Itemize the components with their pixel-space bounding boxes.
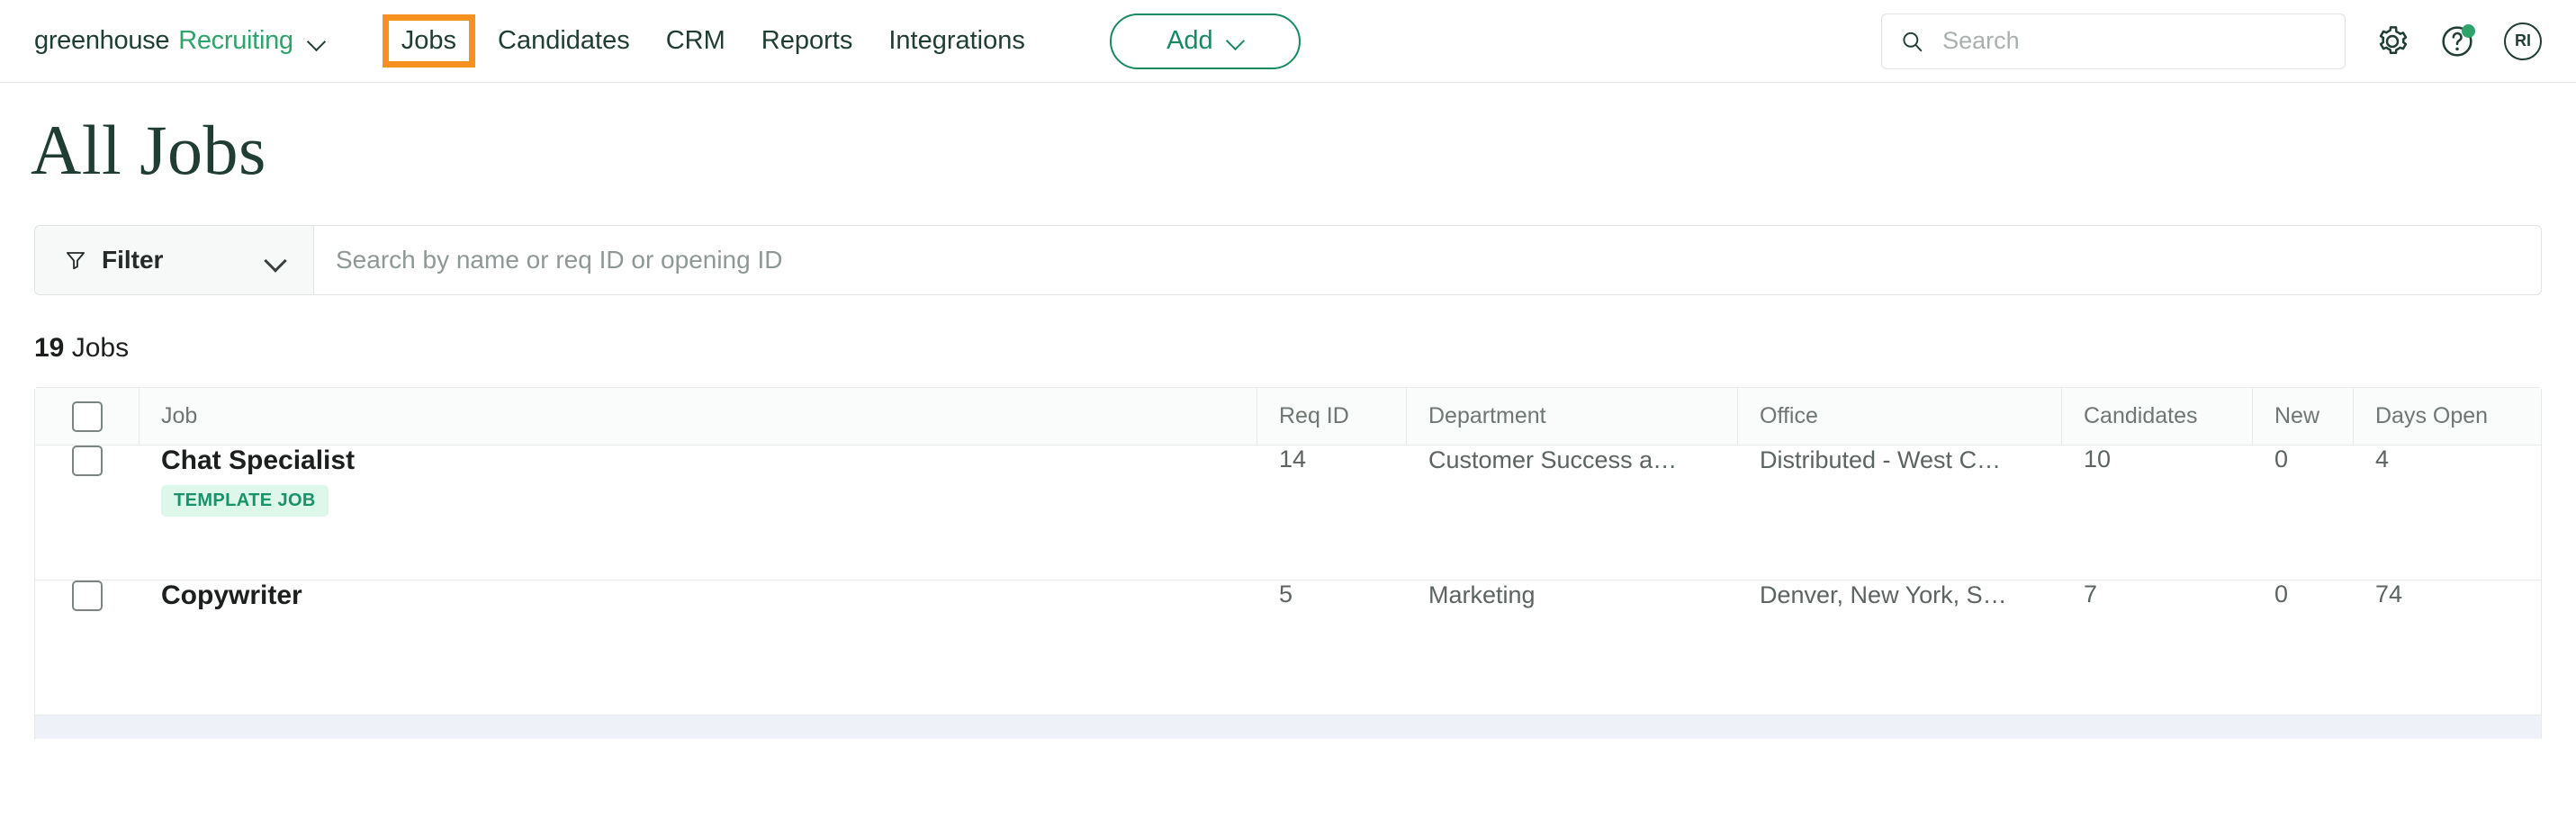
column-header-new[interactable]: New (2253, 388, 2354, 445)
cell-new: 0 (2253, 446, 2354, 473)
select-all-checkbox[interactable] (72, 401, 103, 432)
brand-name-primary: greenhouse (34, 26, 169, 55)
search-icon (1900, 28, 1924, 55)
jobs-search-field[interactable] (314, 226, 2541, 294)
cell-candidates: 10 (2062, 446, 2253, 473)
global-search-input[interactable] (1941, 26, 2327, 56)
results-count: 19 Jobs (34, 333, 2576, 364)
cell-office: Denver, New York, S… (1738, 580, 2062, 609)
global-search[interactable] (1881, 14, 2346, 69)
column-header-days-open[interactable]: Days Open (2354, 388, 2541, 445)
filter-dropdown-button[interactable]: Filter (35, 226, 314, 294)
chevron-down-icon (266, 251, 284, 269)
job-title-link[interactable]: Chat Specialist (161, 446, 355, 476)
add-button[interactable]: Add (1110, 14, 1301, 69)
brand-logo[interactable]: greenhouse Recruiting (34, 26, 326, 56)
results-count-number: 19 (34, 333, 64, 363)
cell-department: Marketing (1407, 580, 1738, 609)
page-title: All Jobs (31, 110, 2576, 191)
settings-button[interactable] (2374, 23, 2410, 59)
column-header-department[interactable]: Department (1407, 388, 1738, 445)
next-row-partial (34, 716, 2542, 739)
filter-label: Filter (102, 246, 163, 274)
select-all-cell (35, 388, 140, 445)
table-row[interactable]: Copywriter 5 Marketing Denver, New York,… (35, 580, 2541, 716)
row-select-cell (35, 580, 140, 611)
cell-department-text: Customer Success a… (1428, 446, 1677, 474)
chevron-down-icon (1228, 33, 1244, 50)
row-checkbox[interactable] (72, 446, 103, 476)
cell-department-text: Marketing (1428, 580, 1536, 609)
column-header-job[interactable]: Job (140, 388, 1257, 445)
nav-item-jobs[interactable]: Jobs (389, 21, 469, 61)
row-checkbox[interactable] (72, 580, 103, 611)
gear-icon (2374, 23, 2410, 59)
column-header-office[interactable]: Office (1738, 388, 2062, 445)
cell-days-open: 74 (2354, 580, 2541, 608)
jobs-search-input[interactable] (334, 245, 2521, 275)
job-tag-badge: TEMPLATE JOB (161, 485, 329, 517)
chevron-down-icon[interactable] (308, 32, 326, 50)
cell-office-text: Distributed - West C… (1760, 446, 2001, 474)
jobs-table: Job Req ID Department Office Candidates … (34, 387, 2542, 716)
help-button[interactable] (2439, 23, 2475, 59)
cell-candidates: 7 (2062, 580, 2253, 608)
nav-item-reports[interactable]: Reports (743, 22, 871, 59)
table-row[interactable]: Chat Specialist TEMPLATE JOB 14 Customer… (35, 446, 2541, 580)
table-header-row: Job Req ID Department Office Candidates … (35, 388, 2541, 446)
top-navigation-bar: greenhouse Recruiting Jobs Candidates CRM… (0, 0, 2576, 83)
cell-req-id: 5 (1257, 580, 1407, 608)
row-select-cell (35, 446, 140, 476)
cell-office: Distributed - West C… (1738, 446, 2062, 474)
add-button-label: Add (1166, 26, 1213, 56)
nav-item-integrations[interactable]: Integrations (870, 22, 1043, 59)
brand-wordmark: greenhouse Recruiting (34, 26, 293, 56)
funnel-icon (64, 248, 87, 272)
cell-job: Copywriter (140, 580, 1257, 611)
avatar[interactable]: RI (2504, 22, 2542, 60)
nav-item-candidates[interactable]: Candidates (480, 22, 648, 59)
nav-item-crm[interactable]: CRM (648, 22, 743, 59)
brand-name-secondary: Recruiting (178, 26, 293, 55)
primary-nav-links: Jobs Candidates CRM Reports Integrations (389, 21, 1043, 61)
column-header-candidates[interactable]: Candidates (2062, 388, 2253, 445)
cell-department: Customer Success a… (1407, 446, 1738, 474)
help-notification-badge (2462, 24, 2475, 38)
column-header-req-id[interactable]: Req ID (1257, 388, 1407, 445)
cell-days-open: 4 (2354, 446, 2541, 473)
results-count-noun: Jobs (72, 333, 129, 363)
cell-office-text: Denver, New York, S… (1760, 580, 2007, 609)
cell-job: Chat Specialist TEMPLATE JOB (140, 446, 1257, 517)
job-title-link[interactable]: Copywriter (161, 580, 302, 611)
cell-req-id: 14 (1257, 446, 1407, 473)
cell-new: 0 (2253, 580, 2354, 608)
filter-bar: Filter (34, 225, 2542, 295)
nav-right-cluster: RI (1881, 14, 2542, 69)
